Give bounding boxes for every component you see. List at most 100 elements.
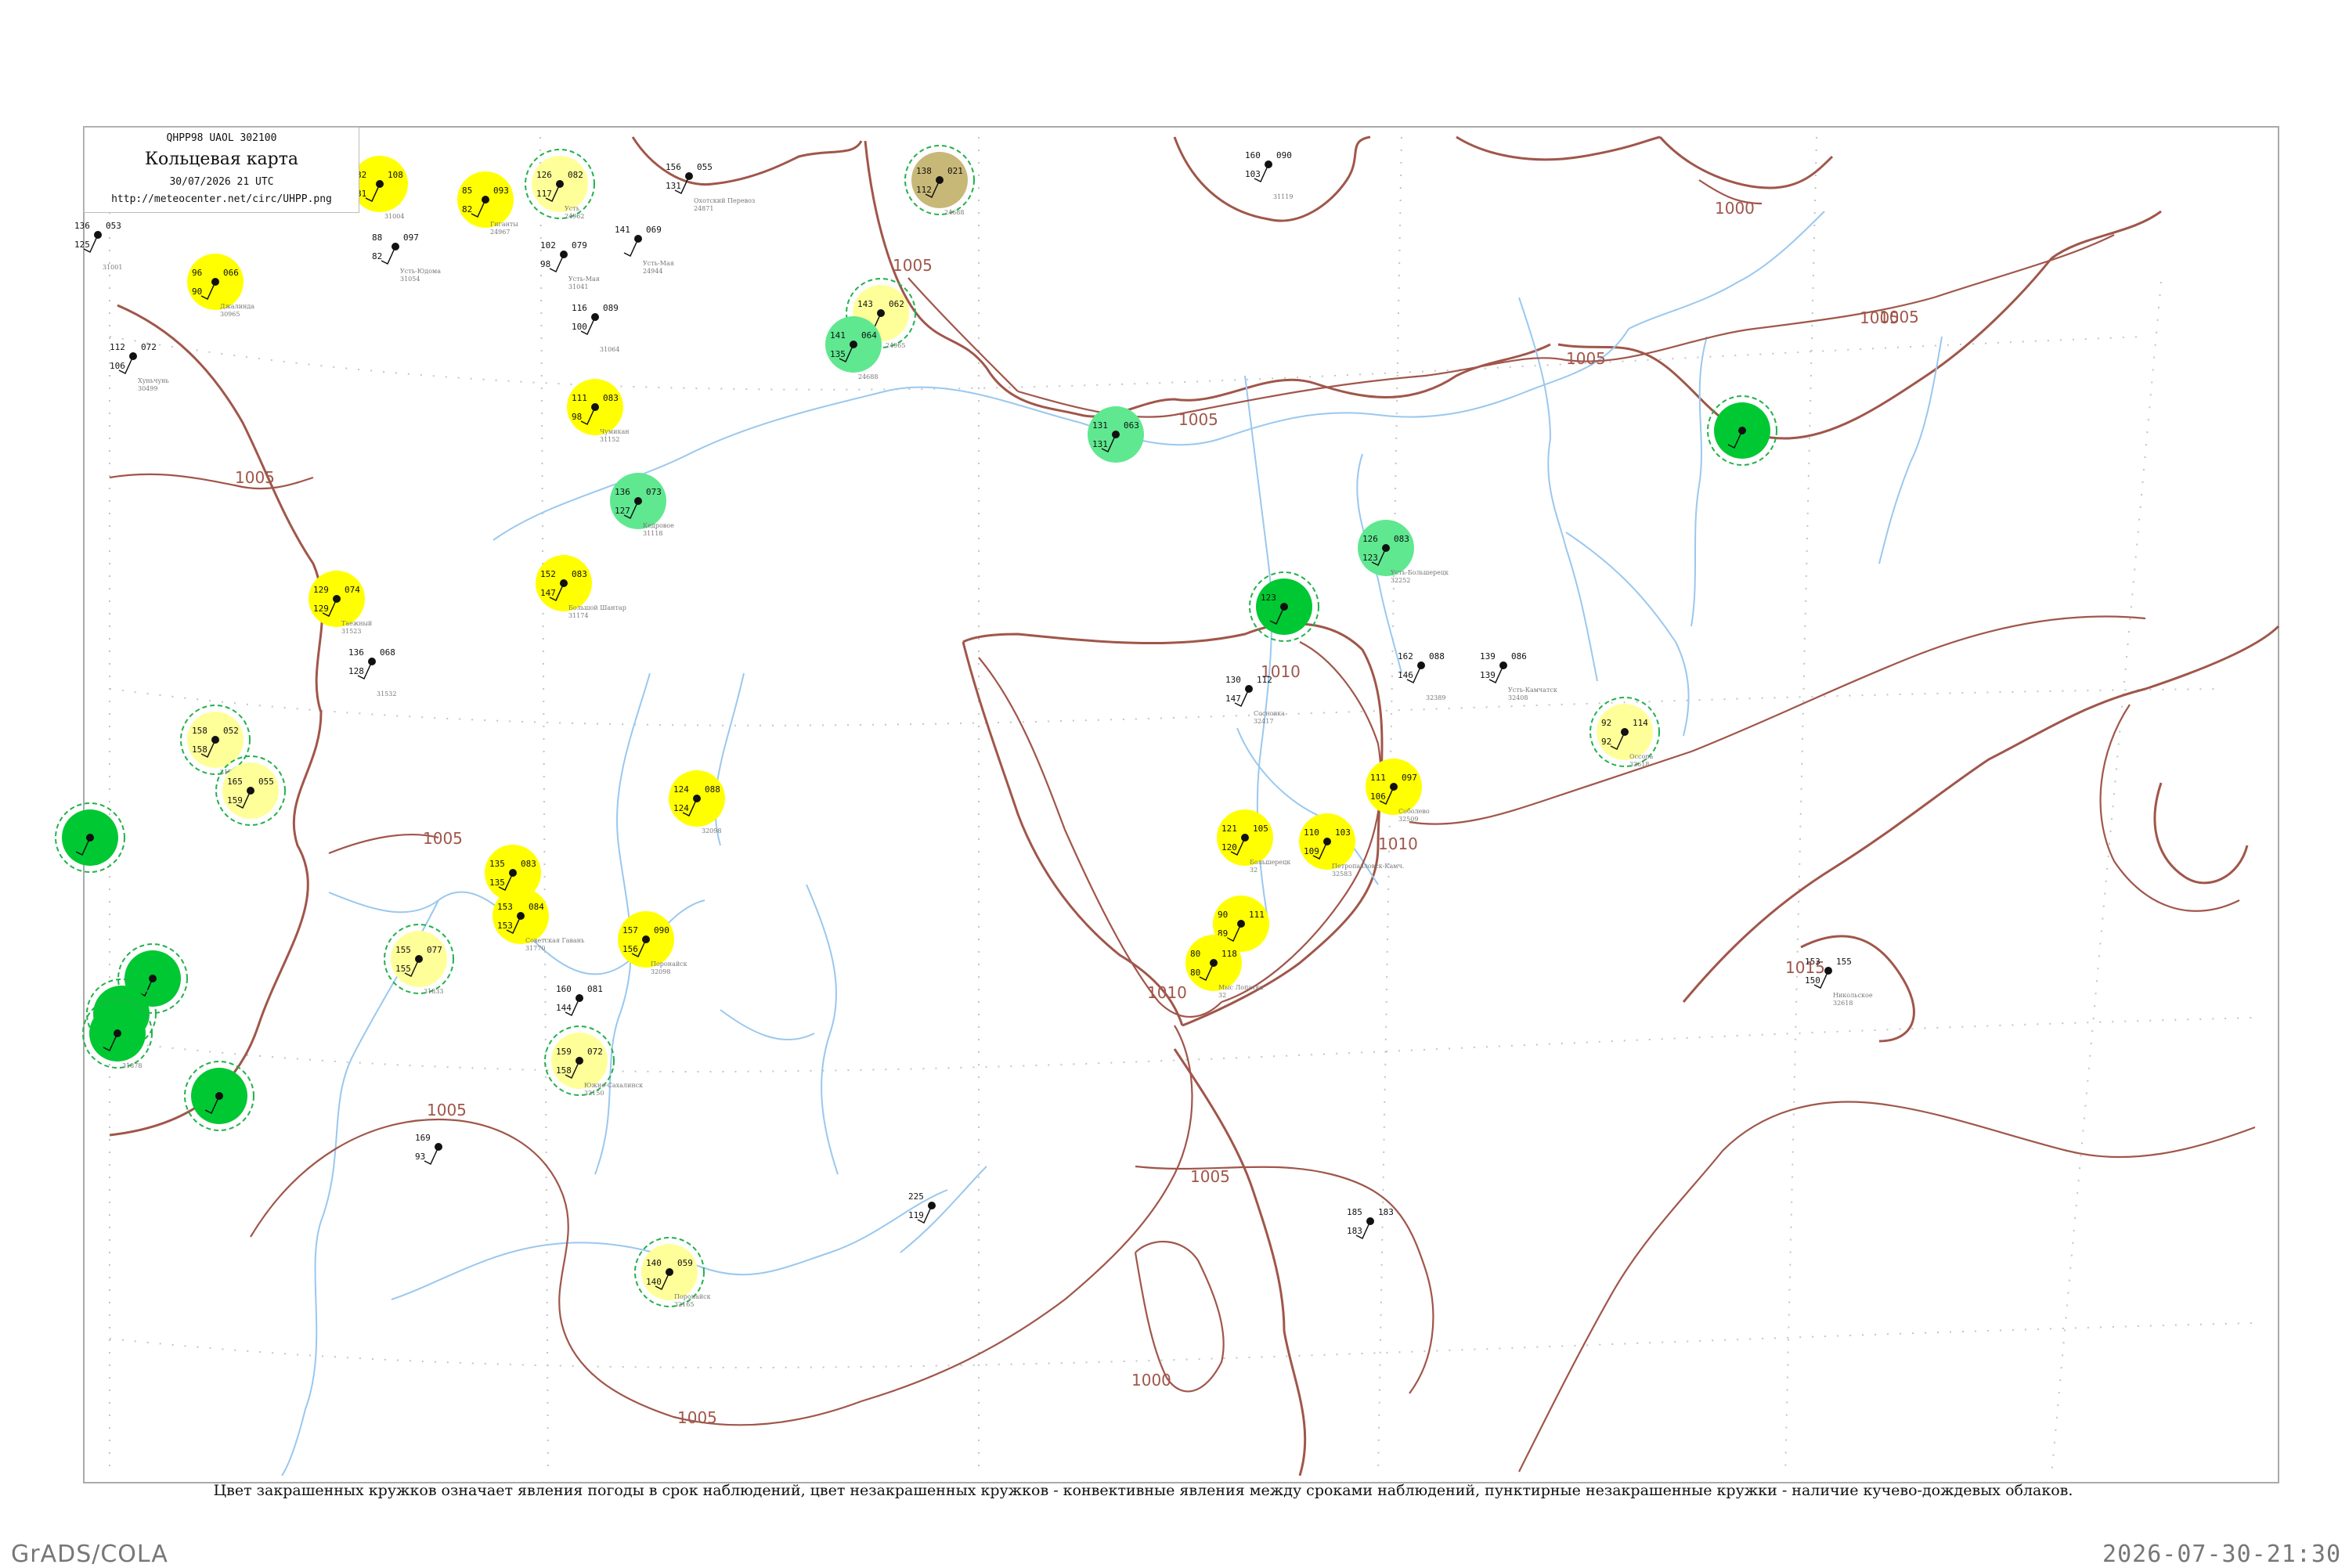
station-temperature: 80 bbox=[1190, 949, 1200, 959]
station-plot: 131 063 131 bbox=[1088, 406, 1144, 463]
station-dewpoint: 106 bbox=[1370, 791, 1386, 802]
station-id: 31878 bbox=[122, 1062, 142, 1069]
station-id: 31770 bbox=[525, 945, 545, 952]
station-id: 31532 bbox=[377, 690, 396, 697]
isobar-label: 1005 bbox=[1566, 349, 1606, 368]
station-plot bbox=[55, 802, 125, 873]
station-name: Большой Шантар bbox=[568, 604, 626, 611]
bulletin-code: QHPP98 UAOL 302100 bbox=[166, 132, 277, 144]
map-header: QHPP98 UAOL 302100 Кольцевая карта 30/07… bbox=[84, 127, 359, 213]
station-temperature: 92 bbox=[1601, 718, 1611, 728]
station-name: Усть-Большерецк bbox=[1391, 569, 1449, 576]
station-id: 32252 bbox=[1391, 577, 1410, 584]
station-temperature: 160 bbox=[556, 984, 572, 994]
station-id: 24944 bbox=[643, 268, 662, 275]
station-pressure: 052 bbox=[223, 726, 239, 736]
station-plot: 126 082 117 Усть24962 bbox=[525, 149, 595, 220]
station-name: Усть-Мая bbox=[643, 260, 674, 267]
station-id: 31118 bbox=[643, 530, 662, 537]
station-name: Поронайск bbox=[674, 1293, 711, 1300]
station-temperature: 121 bbox=[1221, 824, 1237, 834]
station-temperature: 112 bbox=[110, 342, 125, 352]
station-name: Оссора bbox=[1629, 753, 1653, 760]
station-pressure: 063 bbox=[1124, 420, 1139, 431]
station-temperature: 140 bbox=[646, 1258, 662, 1268]
isobar-label: 1005 bbox=[677, 1408, 717, 1427]
synoptic-map: 1005 1005 1005 1005 1005 1005 1010 1010 … bbox=[55, 126, 2280, 1483]
station-id: 31004 bbox=[384, 213, 404, 220]
station-dewpoint: 112 bbox=[916, 185, 932, 195]
station-pressure: 072 bbox=[141, 342, 157, 352]
station-id: 32150 bbox=[584, 1090, 604, 1097]
station-temperature: 111 bbox=[1370, 773, 1386, 783]
station-pressure: 084 bbox=[529, 902, 544, 912]
station-temperature: 126 bbox=[536, 170, 552, 180]
isobar-label: 1005 bbox=[893, 256, 933, 275]
station-temperature: 129 bbox=[313, 585, 329, 595]
station-pressure: 105 bbox=[1253, 824, 1268, 834]
station-dewpoint: 98 bbox=[540, 259, 550, 269]
station-pressure: 114 bbox=[1633, 718, 1648, 728]
station-pressure: 093 bbox=[493, 186, 509, 196]
isobar-label: 1005 bbox=[1190, 1167, 1230, 1186]
station-pressure: 055 bbox=[697, 162, 713, 172]
station-dewpoint: 100 bbox=[572, 322, 587, 332]
station-temperature: 139 bbox=[1480, 651, 1496, 661]
station-pressure: 021 bbox=[947, 166, 963, 176]
station-dewpoint: 135 bbox=[489, 878, 505, 888]
station-plot: 138 021 112 24688 bbox=[904, 145, 975, 216]
station-temperature: 155 bbox=[395, 945, 411, 955]
station-pressure: 073 bbox=[646, 487, 662, 497]
station-pressure: 183 bbox=[1378, 1207, 1394, 1217]
station-plot: 155 077 155 31833 bbox=[384, 924, 454, 995]
station-plot bbox=[184, 1061, 254, 1131]
station-temperature: 111 bbox=[572, 393, 587, 403]
station-id: 31119 bbox=[1273, 193, 1293, 200]
station-id: 32165 bbox=[674, 1301, 694, 1308]
station-dewpoint: 92 bbox=[1601, 737, 1611, 747]
station-temperature: 169 bbox=[415, 1133, 431, 1143]
station-plot bbox=[1707, 395, 1777, 466]
station-temperature: 85 bbox=[462, 186, 472, 196]
station-dewpoint: 139 bbox=[1480, 670, 1496, 680]
station-pressure: 083 bbox=[572, 569, 587, 579]
station-pressure: 112 bbox=[1257, 675, 1272, 685]
station-temperature: 143 bbox=[857, 299, 873, 309]
station-dewpoint: 140 bbox=[646, 1277, 662, 1287]
station-temperature: 165 bbox=[227, 777, 243, 787]
station-id: 32618 bbox=[1629, 761, 1649, 768]
station-name: Таежный bbox=[341, 620, 372, 627]
station-temperature: 123 bbox=[1261, 593, 1276, 603]
station-temperature: 136 bbox=[615, 487, 630, 497]
station-name: Советская Гавань bbox=[525, 937, 585, 944]
station-dewpoint: 156 bbox=[622, 944, 638, 954]
station-temperature: 160 bbox=[1245, 150, 1261, 160]
station-pressure: 079 bbox=[572, 240, 587, 251]
station-dewpoint: 117 bbox=[536, 189, 552, 199]
station-plot: 165 055 159 bbox=[215, 755, 286, 826]
station-dewpoint: 131 bbox=[666, 181, 681, 191]
station-name: Джалинда bbox=[220, 303, 254, 310]
station-pressure: 081 bbox=[587, 984, 603, 994]
station-pressure: 055 bbox=[258, 777, 274, 787]
station-name: Чумикан bbox=[600, 428, 630, 435]
station-pressure: 069 bbox=[646, 225, 662, 235]
station-pressure: 155 bbox=[1836, 957, 1852, 967]
station-pressure: 088 bbox=[705, 784, 720, 795]
map-title: Кольцевая карта bbox=[144, 150, 298, 169]
station-temperature: 153 bbox=[1805, 957, 1820, 967]
station-dewpoint: 153 bbox=[497, 921, 513, 931]
station-pressure: 083 bbox=[1394, 534, 1409, 544]
station-name: Кедровое bbox=[643, 522, 674, 529]
station-id: 30965 bbox=[220, 311, 240, 318]
station-id: 31174 bbox=[568, 612, 588, 619]
station-temperature: 102 bbox=[540, 240, 556, 251]
station-pressure: 068 bbox=[380, 647, 395, 658]
station-id: 31152 bbox=[600, 436, 619, 443]
map-url[interactable]: http://meteocenter.net/circ/UHPP.png bbox=[85, 193, 359, 205]
station-pressure: 088 bbox=[1429, 651, 1445, 661]
station-id: 24962 bbox=[565, 213, 584, 220]
station-name: Большерецк bbox=[1250, 859, 1290, 866]
station-pressure: 082 bbox=[568, 170, 583, 180]
station-name: Гиганты bbox=[490, 221, 518, 228]
